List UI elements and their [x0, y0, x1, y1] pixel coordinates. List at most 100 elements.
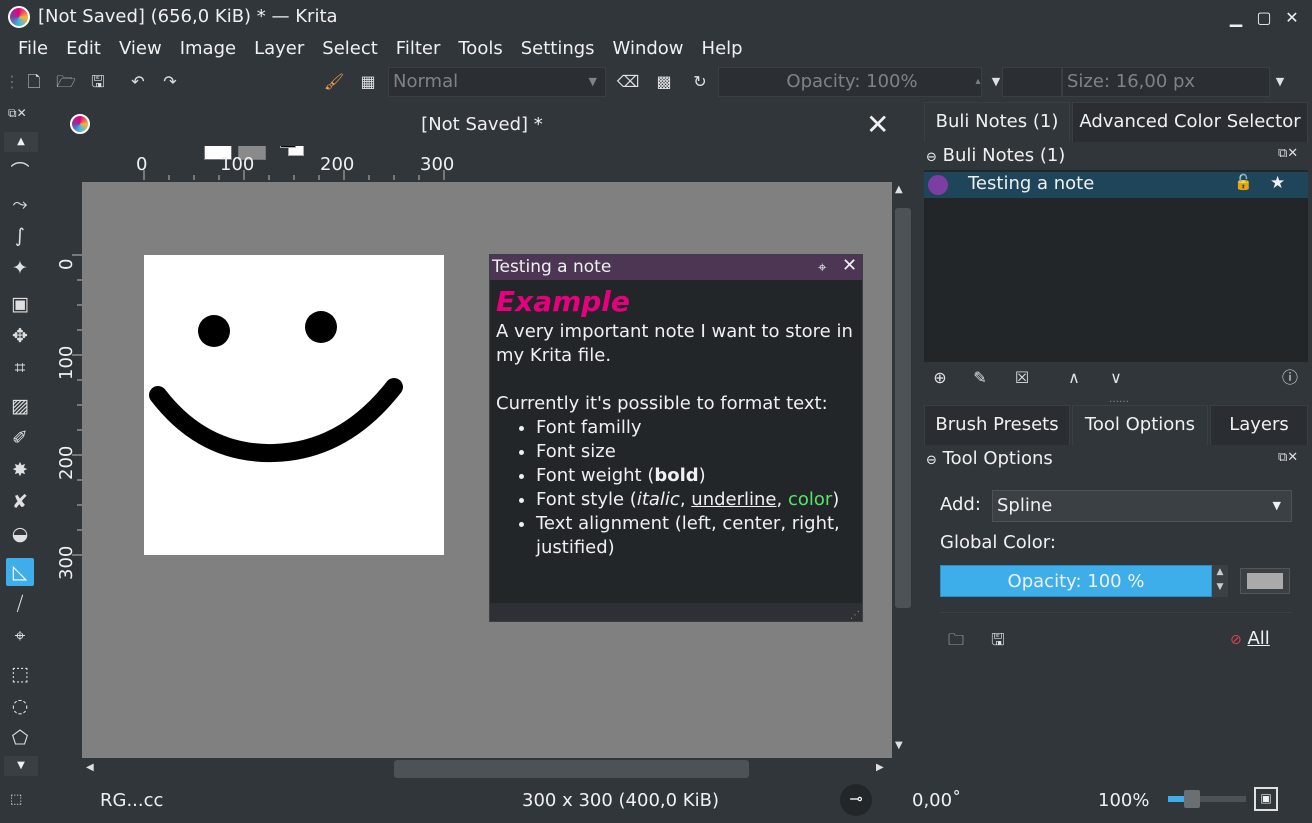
size-dropdown-icon[interactable]: ▼ — [1268, 70, 1292, 94]
move-down-icon[interactable]: ∨ — [1104, 366, 1128, 390]
scroll-down-arrow-icon[interactable]: ▼ — [895, 740, 903, 751]
tab-tool-options[interactable]: Tool Options — [1072, 405, 1208, 445]
redo-icon[interactable]: ↷ — [158, 70, 182, 94]
brush-preset-icon[interactable]: 🖌 — [322, 70, 346, 94]
ellipse-select-icon[interactable]: ◌ — [6, 692, 34, 720]
blend-mode-select[interactable]: Normal ▼ — [388, 67, 606, 97]
workspace-grid-icon[interactable]: ▦ — [356, 70, 380, 94]
move-up-icon[interactable]: ∧ — [1062, 366, 1086, 390]
global-opacity-slider[interactable]: Opacity: 100 % — [940, 565, 1212, 597]
document-tab[interactable]: [Not Saved] * ✕ — [52, 102, 912, 146]
scroll-down-icon[interactable]: ▼ — [4, 756, 38, 776]
vertical-scroll-thumb[interactable] — [895, 208, 911, 608]
close-note-icon[interactable]: ✕ — [842, 254, 857, 278]
menu-filter[interactable]: Filter — [387, 36, 450, 64]
image-canvas[interactable] — [144, 255, 444, 555]
gradient-icon[interactable]: ▨ — [6, 392, 34, 420]
scroll-right-arrow-icon[interactable]: ▶ — [876, 762, 884, 773]
tab-layers[interactable]: Layers — [1210, 405, 1308, 445]
menu-file[interactable]: File — [0, 36, 57, 64]
rect-select-icon[interactable]: ⬚ — [6, 660, 34, 688]
info-icon[interactable]: ⓘ — [1278, 366, 1302, 390]
scroll-left-arrow-icon[interactable]: ◀ — [86, 762, 94, 773]
add-note-icon[interactable]: ⊕ — [928, 366, 952, 390]
opacity-slider[interactable]: Opacity: 100% — [718, 67, 982, 97]
fill-icon[interactable]: ◒ — [6, 520, 34, 548]
opacity-spinner[interactable]: ▲ ▼ — [1212, 565, 1228, 597]
save-document-icon[interactable]: 🖫 — [86, 70, 110, 94]
minimize-icon[interactable]: ▁ — [1224, 6, 1248, 30]
menu-settings[interactable]: Settings — [512, 36, 604, 64]
save-icon[interactable]: 🖫 — [986, 628, 1010, 652]
measure-icon[interactable]: ◺ — [6, 558, 34, 586]
menu-help[interactable]: Help — [693, 36, 752, 64]
menu-image[interactable]: Image — [171, 36, 245, 64]
edit-note-icon[interactable]: ✎ — [968, 366, 992, 390]
tab-advanced-color-selector[interactable]: Advanced Color Selector — [1072, 102, 1308, 142]
dock-float-close-icon[interactable]: ⧉✕ — [1278, 450, 1298, 465]
alpha-lock-icon[interactable]: ▩ — [652, 70, 676, 94]
add-select[interactable]: Spline ▼ — [992, 490, 1292, 522]
load-icon[interactable]: 🗀 — [944, 628, 968, 652]
eraser-icon[interactable]: ⌫ — [616, 70, 640, 94]
color-picker-icon[interactable]: ✐ — [6, 424, 34, 452]
menu-view[interactable]: View — [110, 36, 171, 64]
collapse-icon[interactable]: ⌖ — [818, 255, 826, 279]
list-item[interactable]: Testing a note 🔓 ★ — [924, 172, 1308, 198]
notes-list[interactable]: Testing a note 🔓 ★ …… — [924, 170, 1308, 405]
delete-note-icon[interactable]: ☒ — [1010, 366, 1034, 390]
multibrush-icon[interactable]: ✦ — [6, 254, 34, 282]
tab-buli-notes[interactable]: Buli Notes (1) — [924, 102, 1070, 142]
global-color-button[interactable] — [1240, 568, 1290, 594]
close-document-icon[interactable]: ✕ — [866, 108, 889, 141]
menu-layer[interactable]: Layer — [245, 36, 313, 64]
menu-edit[interactable]: Edit — [57, 36, 110, 64]
assistant-icon[interactable]: ✘ — [6, 488, 34, 516]
menu-select[interactable]: Select — [313, 36, 387, 64]
smart-patch-icon[interactable]: ✸ — [6, 456, 34, 484]
menu-window[interactable]: Window — [604, 36, 693, 64]
zoom-fit-icon[interactable]: ▣ — [1254, 787, 1278, 811]
freehand-path-icon[interactable]: ⤳ — [6, 190, 34, 218]
polygon-select-icon[interactable]: ⬠ — [6, 724, 34, 752]
dynamic-brush-icon[interactable]: ∫ — [6, 222, 34, 250]
pin-icon[interactable]: ★ — [1270, 173, 1285, 193]
size-slider[interactable]: Size: 16,00 px — [1062, 67, 1270, 97]
reference-pin-icon[interactable]: ⌖ — [6, 622, 34, 650]
scroll-up-icon[interactable]: ▲ — [4, 132, 38, 152]
new-document-icon[interactable]: 🗋 — [22, 70, 46, 94]
horizontal-scroll-thumb[interactable] — [394, 760, 749, 778]
note-header[interactable]: Testing a note ⌖ ✕ — [490, 255, 862, 280]
open-document-icon[interactable]: 🗁 — [54, 70, 78, 94]
horizontal-scrollbar[interactable]: ◀ ▶ — [82, 758, 892, 780]
bezier-curve-icon[interactable]: ⌒ — [6, 158, 34, 186]
size-input[interactable] — [1002, 67, 1062, 97]
toolbox-float-icon[interactable]: ⧉✕ — [8, 106, 27, 121]
close-icon[interactable]: ✕ — [1280, 6, 1304, 30]
undo-icon[interactable]: ↶ — [126, 70, 150, 94]
zoom-slider[interactable] — [1168, 790, 1246, 808]
menu-tools[interactable]: Tools — [449, 36, 511, 64]
tab-brush-presets[interactable]: Brush Presets — [924, 405, 1070, 445]
maximize-icon[interactable]: ▢ — [1252, 6, 1276, 30]
rotation-dial[interactable]: ⊸ — [840, 784, 872, 816]
reload-preset-icon[interactable]: ↻ — [688, 70, 712, 94]
move-icon[interactable]: ✥ — [6, 322, 34, 350]
dock-float-close-icon[interactable]: ⧉✕ — [1278, 146, 1298, 161]
selection-mode-icon[interactable]: ⬚ — [10, 792, 22, 807]
clear-all-button[interactable]: ⊘ All — [1230, 628, 1270, 649]
unlock-icon[interactable]: 🔓 — [1234, 173, 1253, 191]
zoom-slider-handle[interactable] — [1184, 790, 1200, 808]
line-tool-icon[interactable]: ⧸ — [6, 590, 34, 618]
ruler-v-label: 300 — [56, 545, 77, 580]
resize-grip-icon[interactable]: ⋰ — [850, 610, 860, 621]
note-popup[interactable]: Testing a note ⌖ ✕ Example A very import… — [489, 254, 863, 622]
splitter-handle[interactable]: …… — [1109, 394, 1129, 405]
dock-lock-icon[interactable]: ⊖ — [926, 150, 937, 165]
image-size-label[interactable]: 300 x 300 (400,0 KiB) — [522, 790, 719, 811]
vertical-scrollbar[interactable]: ▲ ▼ — [893, 182, 913, 758]
dock-lock-icon[interactable]: ⊖ — [926, 453, 937, 468]
transform-icon[interactable]: ▣ — [6, 290, 34, 318]
scroll-up-arrow-icon[interactable]: ▲ — [895, 184, 903, 195]
crop-icon[interactable]: ⌗ — [6, 354, 34, 382]
